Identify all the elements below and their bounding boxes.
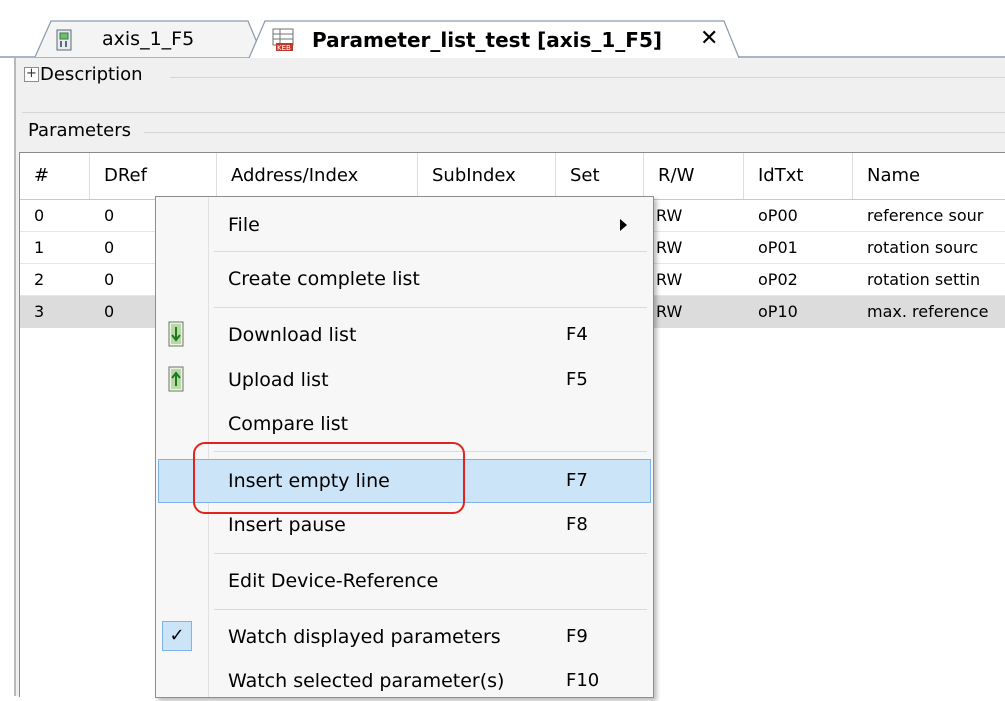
divider bbox=[22, 112, 1005, 113]
parameters-label: Parameters bbox=[28, 120, 132, 141]
cell-idtxt: oP02 bbox=[758, 270, 798, 289]
column-header-subindex[interactable]: SubIndex bbox=[418, 153, 556, 199]
svg-text:KEB: KEB bbox=[277, 44, 291, 52]
shortcut-label: F10 bbox=[566, 670, 600, 691]
cell-number: 1 bbox=[34, 238, 45, 257]
menu-item-download-list[interactable]: Download list F4 bbox=[158, 315, 651, 355]
submenu-arrow-icon bbox=[620, 219, 627, 231]
divider bbox=[170, 77, 1005, 78]
column-header-name[interactable]: Name bbox=[853, 153, 1005, 199]
panel-edge bbox=[14, 58, 16, 696]
shortcut-label: F5 bbox=[566, 369, 588, 390]
cell-idtxt: oP00 bbox=[758, 206, 798, 225]
column-header-number[interactable]: # bbox=[20, 153, 90, 199]
cell-number: 2 bbox=[34, 270, 45, 289]
shortcut-label: F9 bbox=[566, 626, 588, 647]
description-label[interactable]: Description bbox=[40, 64, 143, 85]
shortcut-label: F4 bbox=[566, 324, 588, 345]
panel-gutter bbox=[0, 58, 14, 696]
column-header-rw[interactable]: R/W bbox=[644, 153, 744, 199]
download-icon bbox=[168, 321, 184, 347]
menu-item-label: Compare list bbox=[228, 413, 349, 435]
upload-icon bbox=[168, 366, 184, 392]
tab-bar: axis_1_F5 KEB Parameter_list_test [axis_… bbox=[0, 0, 1005, 58]
menu-item-label: Edit Device-Reference bbox=[228, 570, 439, 592]
cell-rw: RW bbox=[656, 238, 683, 257]
menu-item-watch-displayed-parameters[interactable]: ✓ Watch displayed parameters F9 bbox=[158, 617, 651, 657]
menu-item-upload-list[interactable]: Upload list F5 bbox=[158, 360, 651, 400]
checkmark-icon: ✓ bbox=[162, 621, 192, 651]
menu-separator bbox=[214, 609, 647, 610]
parameter-list-icon: KEB bbox=[272, 28, 294, 52]
menu-item-label: Create complete list bbox=[228, 268, 420, 290]
cell-name: max. reference bbox=[867, 302, 989, 321]
cell-rw: RW bbox=[656, 302, 683, 321]
menu-item-label: File bbox=[228, 214, 260, 236]
menu-separator bbox=[214, 553, 647, 554]
menu-item-file[interactable]: File bbox=[158, 205, 651, 245]
tab-parameter-list-test[interactable]: KEB Parameter_list_test [axis_1_F5] ✕ bbox=[248, 20, 740, 58]
menu-item-label: Watch selected parameter(s) bbox=[228, 670, 505, 692]
description-group: + Description bbox=[22, 64, 1005, 113]
cell-rw: RW bbox=[656, 270, 683, 289]
cell-idtxt: oP10 bbox=[758, 302, 798, 321]
column-header-dref[interactable]: DRef bbox=[90, 153, 217, 199]
cell-number: 3 bbox=[34, 302, 45, 321]
tab-axis-1-f5[interactable]: axis_1_F5 bbox=[34, 20, 264, 58]
menu-item-label: Upload list bbox=[228, 369, 329, 391]
tab-label: axis_1_F5 bbox=[102, 28, 195, 50]
close-icon[interactable]: ✕ bbox=[700, 26, 718, 51]
expand-icon[interactable]: + bbox=[24, 67, 39, 82]
column-header-idtxt[interactable]: IdTxt bbox=[744, 153, 853, 199]
menu-item-create-complete-list[interactable]: Create complete list bbox=[158, 259, 651, 299]
table-header: # DRef Address/Index SubIndex Set R/W Id… bbox=[20, 153, 1005, 200]
menu-item-label: Watch displayed parameters bbox=[228, 626, 501, 648]
cell-name: rotation settin bbox=[867, 270, 981, 289]
annotation-highlight-box bbox=[193, 442, 465, 514]
cell-rw: RW bbox=[656, 206, 683, 225]
menu-item-watch-selected-parameters[interactable]: Watch selected parameter(s) F10 bbox=[158, 661, 651, 701]
shortcut-label: F7 bbox=[566, 470, 588, 491]
cell-name: reference sour bbox=[867, 206, 984, 225]
column-header-set[interactable]: Set bbox=[556, 153, 644, 199]
cell-number: 0 bbox=[34, 206, 45, 225]
menu-separator bbox=[214, 307, 647, 308]
column-header-address-index[interactable]: Address/Index bbox=[217, 153, 418, 199]
menu-separator bbox=[214, 251, 647, 252]
device-icon bbox=[56, 29, 72, 51]
cell-name: rotation sourc bbox=[867, 238, 979, 257]
divider bbox=[144, 132, 1005, 133]
menu-item-label: Download list bbox=[228, 324, 357, 346]
cell-idtxt: oP01 bbox=[758, 238, 798, 257]
tab-label: Parameter_list_test [axis_1_F5] bbox=[312, 28, 663, 52]
menu-item-edit-device-reference[interactable]: Edit Device-Reference bbox=[158, 561, 651, 601]
shortcut-label: F8 bbox=[566, 514, 588, 535]
menu-item-compare-list[interactable]: Compare list bbox=[158, 404, 651, 444]
